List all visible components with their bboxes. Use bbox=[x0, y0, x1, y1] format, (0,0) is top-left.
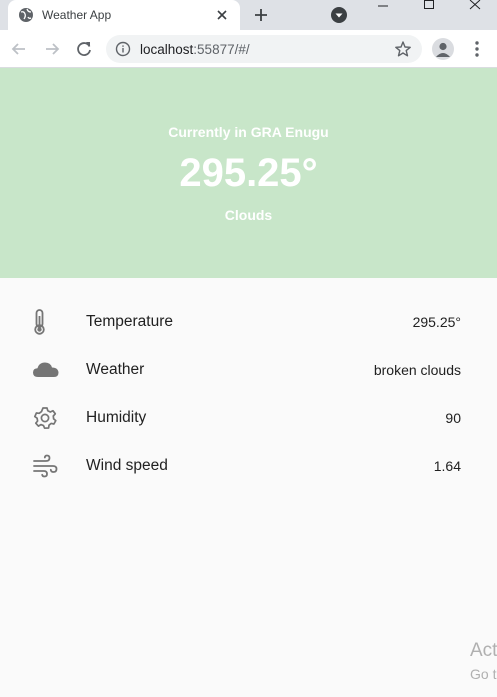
list-item-weather: Weather broken clouds bbox=[0, 346, 497, 394]
detail-label: Weather bbox=[86, 361, 145, 378]
url-text[interactable]: localhost:55877/#/ bbox=[140, 42, 250, 57]
detail-label: Temperature bbox=[86, 313, 174, 330]
minimize-icon[interactable] bbox=[368, 0, 398, 14]
profile-avatar-icon[interactable] bbox=[432, 38, 454, 60]
url-path: :55877/#/ bbox=[193, 42, 250, 57]
address-bar[interactable]: localhost:55877/#/ bbox=[106, 35, 422, 63]
list-item-wind-speed: Wind speed 1.64 bbox=[0, 442, 497, 490]
current-weather-banner: Currently in GRA Enugu 295.25° Clouds bbox=[0, 68, 497, 278]
current-temperature: 295.25° bbox=[179, 151, 318, 195]
more-menu-icon[interactable] bbox=[467, 39, 487, 59]
detail-label: Wind speed bbox=[86, 457, 168, 474]
detail-label: Humidity bbox=[86, 409, 147, 426]
browser-tab[interactable]: Weather App bbox=[8, 0, 240, 30]
list-item-temperature: Temperature 295.25° bbox=[0, 298, 497, 346]
wind-icon bbox=[33, 454, 58, 478]
url-host: localhost bbox=[140, 42, 194, 57]
reload-icon[interactable] bbox=[74, 39, 94, 59]
weather-condition: Clouds bbox=[224, 207, 273, 223]
tab-search-icon[interactable] bbox=[330, 6, 348, 24]
bookmark-star-icon[interactable] bbox=[394, 40, 412, 58]
back-arrow-icon[interactable] bbox=[9, 39, 29, 59]
globe-icon bbox=[19, 8, 33, 22]
window-close-icon[interactable] bbox=[460, 0, 490, 14]
new-tab-plus-icon[interactable] bbox=[252, 6, 270, 24]
close-tab-icon[interactable] bbox=[215, 8, 229, 22]
activation-watermark-subtitle: Go t bbox=[470, 666, 497, 682]
list-item-humidity: Humidity 90 bbox=[0, 394, 497, 442]
detail-value: 1.64 bbox=[433, 458, 461, 474]
gear-icon bbox=[33, 407, 57, 430]
forward-arrow-icon[interactable] bbox=[42, 39, 62, 59]
activation-watermark-title: Act bbox=[470, 640, 497, 661]
thermometer-icon bbox=[34, 309, 45, 335]
detail-value: 295.25° bbox=[412, 314, 461, 330]
tab-title: Weather App bbox=[42, 8, 112, 22]
info-icon[interactable] bbox=[115, 41, 131, 57]
browser-toolbar: localhost:55877/#/ bbox=[0, 30, 497, 68]
detail-value: broken clouds bbox=[373, 362, 461, 378]
cloud-icon bbox=[33, 362, 59, 377]
maximize-icon[interactable] bbox=[414, 0, 444, 14]
person-icon bbox=[436, 42, 450, 57]
detail-value: 90 bbox=[445, 410, 461, 426]
browser-tab-strip: Weather App bbox=[0, 0, 497, 30]
location-heading: Currently in GRA Enugu bbox=[168, 124, 329, 140]
